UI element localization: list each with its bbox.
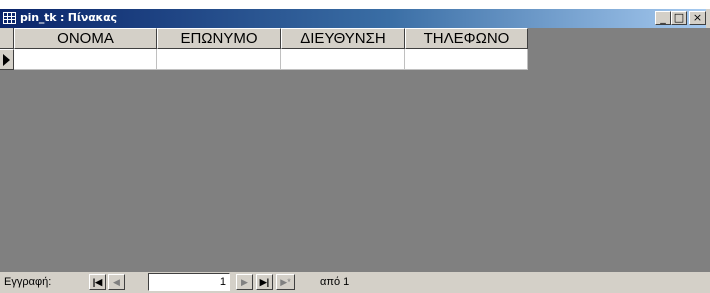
first-record-icon: |◀ bbox=[92, 277, 103, 287]
cell-onoma[interactable] bbox=[14, 49, 157, 70]
next-record-button[interactable]: ▶ bbox=[236, 274, 253, 290]
column-header-label: ΕΠΩΝΥΜΟ bbox=[180, 30, 258, 47]
record-selector[interactable] bbox=[0, 49, 14, 70]
column-header-onoma[interactable]: ΟΝΟΜΑ bbox=[14, 28, 157, 49]
column-header-eponymo[interactable]: ΕΠΩΝΥΜΟ bbox=[157, 28, 281, 49]
current-record-arrow-icon bbox=[3, 54, 10, 66]
cell-eponymo[interactable] bbox=[157, 49, 281, 70]
column-header-tilefono[interactable]: ΤΗΛΕΦΩΝΟ bbox=[405, 28, 528, 49]
new-record-icon: ▶* bbox=[280, 277, 291, 287]
previous-record-icon: ◀ bbox=[113, 277, 120, 287]
select-all-corner[interactable] bbox=[0, 28, 14, 49]
window-title: pin_tk : Πίνακας bbox=[20, 11, 117, 24]
last-record-button[interactable]: ▶| bbox=[256, 274, 273, 290]
cell-tilefono[interactable] bbox=[405, 49, 528, 70]
maximize-icon: □ bbox=[673, 11, 685, 24]
current-record-field[interactable]: 1 bbox=[148, 273, 230, 291]
cell-dieythynsi[interactable] bbox=[281, 49, 405, 70]
maximize-button[interactable]: □ bbox=[671, 11, 687, 25]
new-record-button[interactable]: ▶* bbox=[276, 274, 295, 290]
datasheet-window: pin_tk : Πίνακας _ □ × ΟΝΟΜΑ ΕΠΩΝΥΜΟ ΔΙΕ… bbox=[0, 9, 710, 293]
first-record-button[interactable]: |◀ bbox=[89, 274, 106, 290]
column-header-dieythynsi[interactable]: ΔΙΕΥΘΥΝΣΗ bbox=[281, 28, 405, 49]
table-icon bbox=[3, 12, 16, 24]
last-record-icon: ▶| bbox=[259, 277, 270, 287]
minimize-icon: _ bbox=[660, 11, 666, 24]
record-count: από 1 bbox=[320, 276, 350, 288]
datasheet-grid[interactable]: ΟΝΟΜΑ ΕΠΩΝΥΜΟ ΔΙΕΥΘΥΝΣΗ ΤΗΛΕΦΩΝΟ bbox=[0, 28, 710, 272]
minimize-button[interactable]: _ bbox=[655, 11, 671, 25]
title-bar[interactable]: pin_tk : Πίνακας _ □ × bbox=[0, 9, 706, 28]
close-icon: × bbox=[692, 11, 703, 24]
close-button[interactable]: × bbox=[689, 11, 706, 25]
column-header-label: ΔΙΕΥΘΥΝΣΗ bbox=[300, 30, 386, 47]
record-navigation-bar: Εγγραφή: |◀ ◀ 1 ▶ ▶| ▶* από 1 bbox=[0, 272, 710, 293]
record-label: Εγγραφή: bbox=[4, 276, 52, 288]
next-record-icon: ▶ bbox=[241, 277, 248, 287]
column-header-label: ΟΝΟΜΑ bbox=[57, 30, 114, 47]
previous-record-button[interactable]: ◀ bbox=[108, 274, 125, 290]
column-header-label: ΤΗΛΕΦΩΝΟ bbox=[423, 30, 510, 47]
